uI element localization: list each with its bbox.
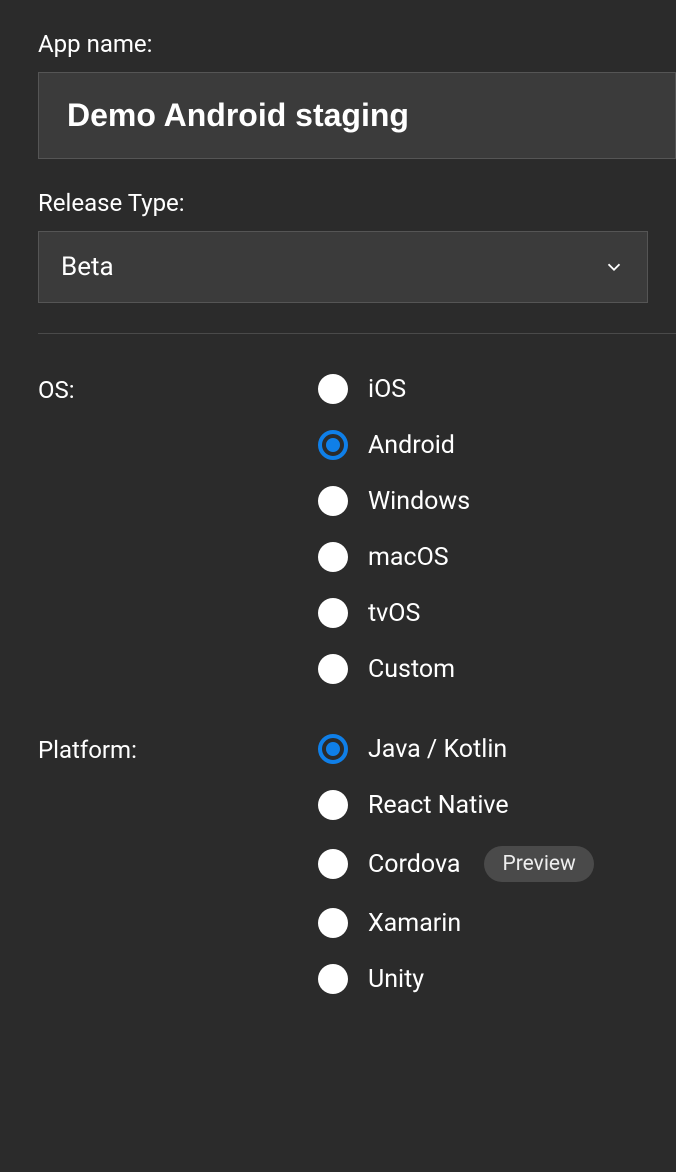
radio-circle-icon: [318, 908, 348, 938]
radio-circle-icon: [318, 964, 348, 994]
platform-radio-label: Java / Kotlin: [368, 735, 507, 764]
release-type-value: Beta: [61, 252, 114, 282]
app-name-group: App name:: [38, 30, 676, 159]
radio-circle-icon: [318, 598, 348, 628]
os-radio-android[interactable]: Android: [318, 430, 470, 460]
platform-radio-label: Xamarin: [368, 909, 461, 938]
os-radio-label: Windows: [368, 487, 470, 516]
platform-radio-react-native[interactable]: React Native: [318, 790, 594, 820]
platform-radio-java-kotlin[interactable]: Java / Kotlin: [318, 734, 594, 764]
os-radio-label: tvOS: [368, 599, 420, 628]
os-radio-label: iOS: [368, 375, 406, 404]
os-label: OS:: [38, 374, 318, 684]
preview-badge: Preview: [484, 846, 593, 882]
radio-circle-icon: [318, 374, 348, 404]
os-radio-label: Android: [368, 431, 455, 460]
platform-section: Platform: Java / Kotlin React Native Cordo…: [38, 734, 676, 994]
platform-radio-label: Unity: [368, 965, 424, 994]
os-section: OS: iOS Android Windows macOS tvOS Custom: [38, 374, 676, 684]
radio-circle-icon: [318, 430, 348, 460]
os-radio-tvos[interactable]: tvOS: [318, 598, 470, 628]
platform-radio-cordova[interactable]: Cordova Preview: [318, 846, 594, 882]
platform-radio-list: Java / Kotlin React Native Cordova Preview X…: [318, 734, 594, 994]
release-type-select[interactable]: Beta: [38, 231, 648, 303]
platform-radio-label: React Native: [368, 791, 509, 820]
os-radio-windows[interactable]: Windows: [318, 486, 470, 516]
platform-radio-label: Cordova: [368, 850, 460, 879]
release-type-label: Release Type:: [38, 189, 676, 217]
radio-circle-icon: [318, 486, 348, 516]
os-radio-macos[interactable]: macOS: [318, 542, 470, 572]
platform-radio-unity[interactable]: Unity: [318, 964, 594, 994]
radio-circle-icon: [318, 849, 348, 879]
os-radio-list: iOS Android Windows macOS tvOS Custom: [318, 374, 470, 684]
chevron-down-icon: [603, 256, 625, 278]
divider: [38, 333, 676, 334]
platform-radio-xamarin[interactable]: Xamarin: [318, 908, 594, 938]
os-radio-ios[interactable]: iOS: [318, 374, 470, 404]
radio-circle-icon: [318, 734, 348, 764]
os-radio-label: Custom: [368, 655, 455, 684]
release-type-group: Release Type: Beta: [38, 189, 676, 303]
radio-circle-icon: [318, 654, 348, 684]
app-name-label: App name:: [38, 30, 676, 58]
radio-circle-icon: [318, 790, 348, 820]
platform-label: Platform:: [38, 734, 318, 994]
os-radio-custom[interactable]: Custom: [318, 654, 470, 684]
release-type-select-wrapper: Beta: [38, 231, 648, 303]
os-radio-label: macOS: [368, 543, 449, 572]
radio-circle-icon: [318, 542, 348, 572]
app-name-input[interactable]: [38, 72, 676, 159]
